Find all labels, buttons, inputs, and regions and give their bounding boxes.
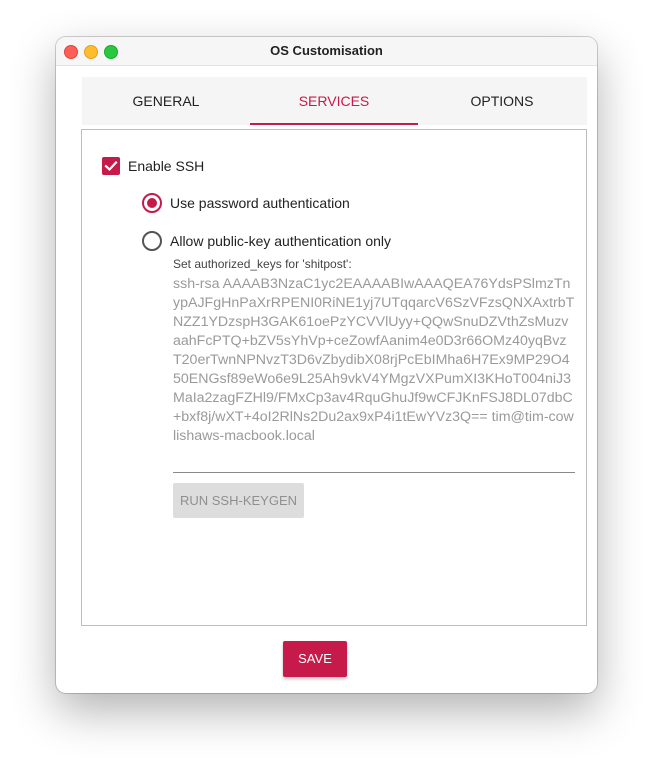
tab-general[interactable]: GENERAL — [82, 77, 250, 125]
password-auth-radio[interactable] — [142, 193, 162, 213]
run-ssh-keygen-button: RUN SSH-KEYGEN — [173, 483, 304, 518]
checkmark-icon — [104, 160, 118, 172]
os-customisation-window: OS Customisation GENERAL SERVICES OPTION… — [56, 37, 597, 693]
public-key-auth-label[interactable]: Allow public-key authentication only — [170, 231, 391, 251]
tab-options[interactable]: OPTIONS — [418, 77, 586, 125]
tab-services[interactable]: SERVICES — [250, 77, 418, 125]
public-key-auth-radio[interactable] — [142, 231, 162, 251]
authorized-keys-field-underline — [173, 472, 575, 473]
active-tab-indicator — [250, 123, 418, 125]
tab-bar: GENERAL SERVICES OPTIONS — [82, 77, 587, 125]
save-button[interactable]: SAVE — [283, 641, 347, 677]
authorized-keys-caption: Set authorized_keys for 'shitpost': — [173, 257, 352, 271]
enable-ssh-checkbox[interactable] — [102, 157, 120, 175]
services-panel: Enable SSH Use password authentication A… — [81, 129, 587, 626]
title-bar[interactable]: OS Customisation — [56, 37, 597, 66]
authorized-keys-field: ssh-rsa AAAAB3NzaC1yc2EAAAABIwAAAQEA76Yd… — [173, 276, 575, 444]
enable-ssh-label[interactable]: Enable SSH — [128, 157, 204, 175]
window-title: OS Customisation — [270, 43, 383, 58]
password-auth-label[interactable]: Use password authentication — [170, 193, 350, 213]
